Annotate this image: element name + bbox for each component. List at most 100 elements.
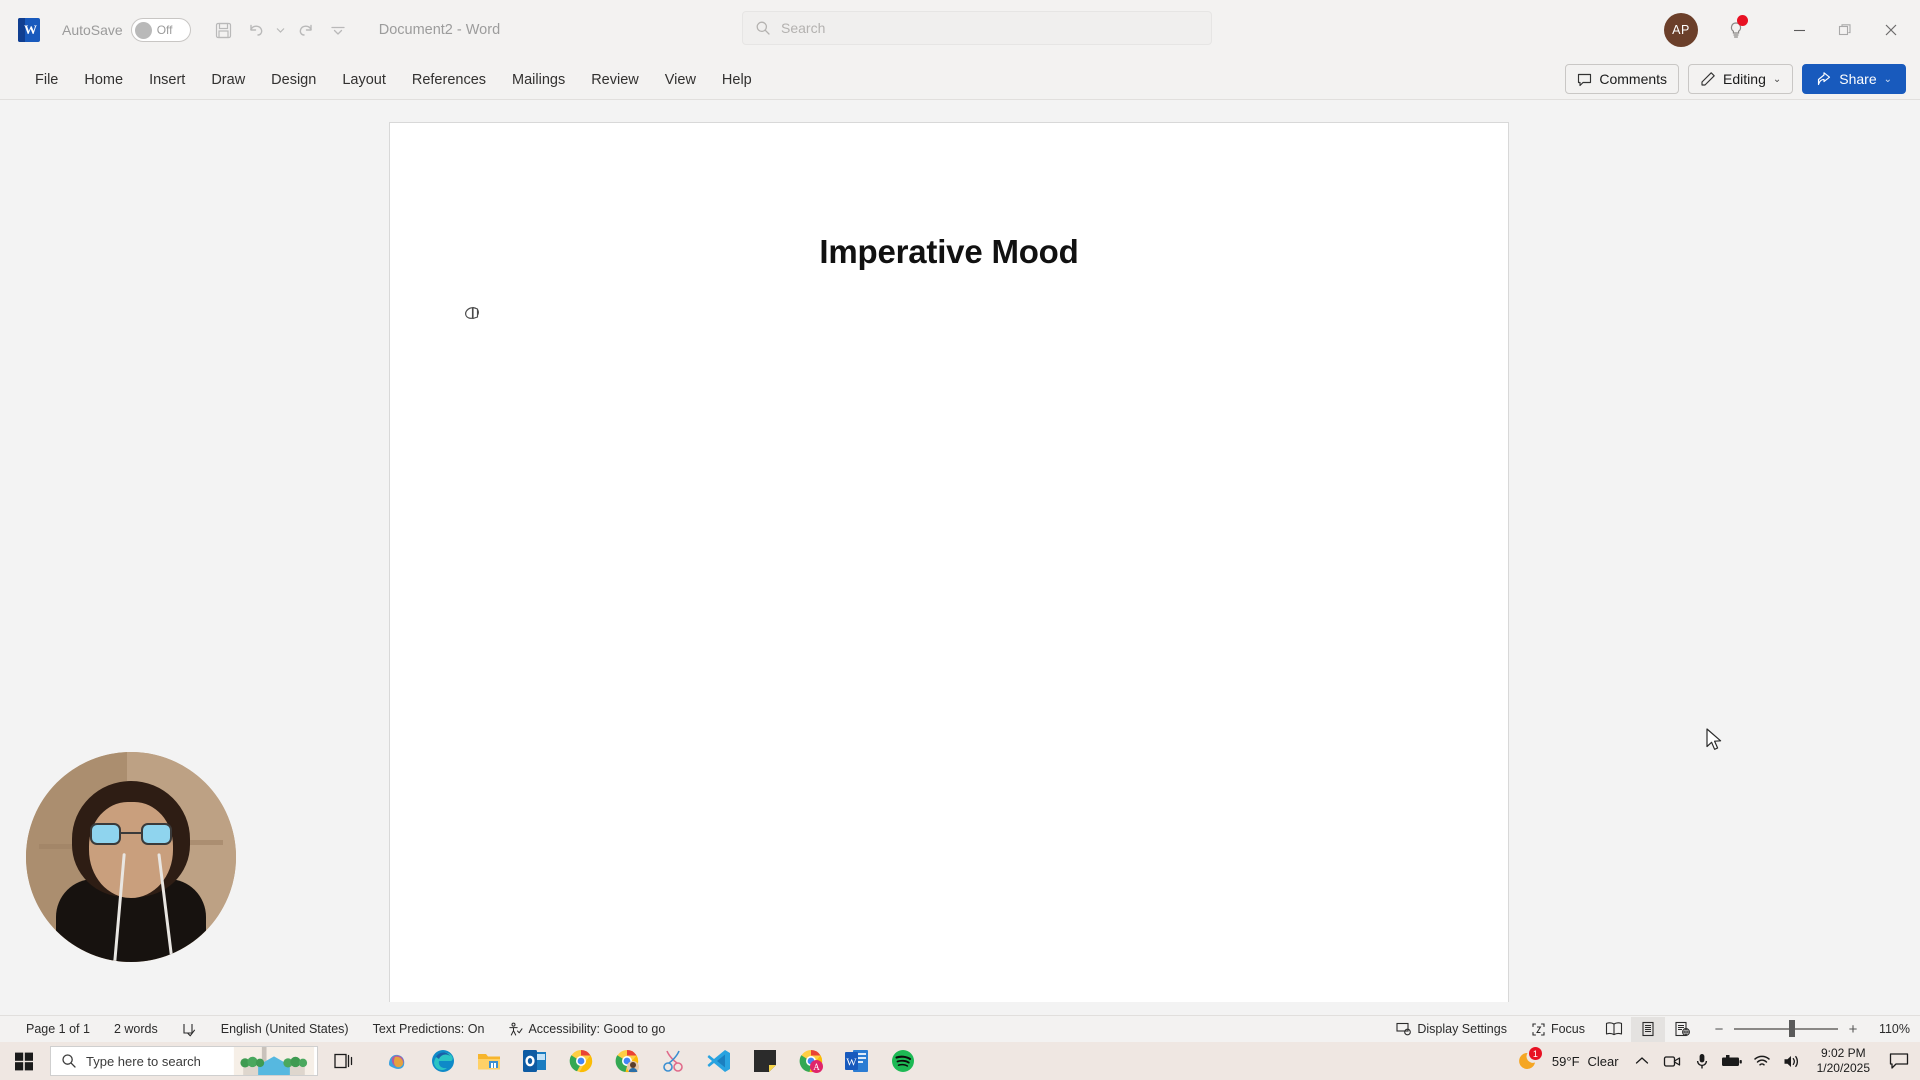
weather-widget[interactable]: 1 59°F Clear (1508, 1047, 1627, 1074)
tab-review[interactable]: Review (578, 67, 652, 93)
svg-text:A: A (813, 1062, 820, 1072)
spell-check-icon (183, 1023, 195, 1036)
tab-mailings[interactable]: Mailings (499, 67, 578, 93)
text-predictions-status[interactable]: Text Predictions: On (361, 1022, 497, 1036)
google-chrome-profile-icon[interactable] (604, 1042, 650, 1080)
zoom-control: − + 110% (1713, 1020, 1910, 1038)
status-bar-right: Display Settings Focus − + 110% (1384, 1016, 1910, 1042)
proofing-status[interactable] (170, 1022, 209, 1037)
zoom-in-button[interactable]: + (1847, 1021, 1859, 1038)
tab-references[interactable]: References (399, 67, 499, 93)
lightbulb-icon[interactable] (1718, 13, 1754, 47)
google-chrome-icon[interactable] (558, 1042, 604, 1080)
show-hidden-icons-chevron-icon[interactable] (1627, 1042, 1657, 1080)
tab-help[interactable]: Help (709, 67, 765, 93)
ribbon-tabs: File Home Insert Draw Design Layout Refe… (0, 67, 765, 93)
tab-view[interactable]: View (652, 67, 709, 93)
accessibility-label: Accessibility: Good to go (528, 1022, 666, 1036)
visual-studio-code-icon[interactable] (696, 1042, 742, 1080)
accessibility-icon (509, 1022, 523, 1035)
save-icon[interactable] (209, 15, 239, 45)
tab-draw[interactable]: Draw (198, 67, 258, 93)
camera-icon[interactable] (1657, 1042, 1687, 1080)
file-explorer-icon[interactable] (466, 1042, 512, 1080)
sticky-notes-icon[interactable] (742, 1042, 788, 1080)
quick-access-toolbar (209, 15, 353, 45)
snipping-tool-icon[interactable] (650, 1042, 696, 1080)
word-count-status[interactable]: 2 words (102, 1022, 170, 1036)
language-status[interactable]: English (United States) (209, 1022, 361, 1036)
print-layout-view-button[interactable] (1631, 1016, 1665, 1042)
web-layout-view-button[interactable] (1665, 1017, 1699, 1042)
display-settings-button[interactable]: Display Settings (1384, 1021, 1519, 1037)
autosave-label: AutoSave (62, 22, 123, 38)
display-settings-icon (1396, 1022, 1412, 1036)
autosave-control[interactable]: AutoSave Off (62, 18, 191, 42)
svg-text:W: W (846, 1057, 857, 1069)
lightbulb-notification-dot (1737, 15, 1748, 26)
comments-button[interactable]: Comments (1565, 64, 1680, 94)
autosave-state-label: Off (156, 23, 173, 37)
webcam-overlay[interactable] (26, 752, 236, 962)
status-bar: Page 1 of 1 2 words English (United Stat… (0, 1015, 1920, 1042)
customize-quick-access-icon[interactable] (323, 15, 353, 45)
word-app-icon[interactable]: W (18, 18, 40, 42)
windows-start-icon[interactable] (0, 1042, 48, 1080)
search-highlight-illustration (233, 1047, 315, 1075)
editing-mode-button[interactable]: Editing ⌄ (1688, 64, 1794, 94)
volume-icon[interactable] (1777, 1042, 1807, 1080)
microsoft-word-icon[interactable]: W (834, 1042, 880, 1080)
battery-icon[interactable] (1717, 1042, 1747, 1080)
webcam-glasses-bridge (121, 832, 141, 835)
taskbar-clock[interactable]: 9:02 PM 1/20/2025 (1807, 1046, 1880, 1076)
restore-button[interactable] (1822, 11, 1868, 49)
document-page[interactable]: Imperative Mood (389, 122, 1509, 1002)
zoom-slider-thumb[interactable] (1789, 1020, 1796, 1037)
pencil-icon (1701, 72, 1715, 86)
search-icon (62, 1054, 76, 1068)
accessibility-status[interactable]: Accessibility: Good to go (496, 1022, 677, 1037)
microsoft-edge-icon[interactable] (420, 1042, 466, 1080)
tab-layout[interactable]: Layout (329, 67, 399, 93)
tab-file[interactable]: File (22, 67, 71, 93)
tab-design[interactable]: Design (258, 67, 329, 93)
comment-icon (1578, 73, 1592, 86)
close-button[interactable] (1868, 11, 1914, 49)
action-center-icon[interactable] (1880, 1042, 1918, 1080)
share-label: Share (1839, 71, 1877, 87)
ribbon-tab-bar: File Home Insert Draw Design Layout Refe… (0, 60, 1920, 100)
taskbar-app-buttons: A W (374, 1042, 926, 1080)
zoom-out-button[interactable]: − (1713, 1021, 1725, 1038)
search-input[interactable]: Search (742, 11, 1212, 45)
weather-temperature: 59°F (1551, 1053, 1580, 1069)
document-canvas[interactable]: Imperative Mood (0, 100, 1920, 1015)
focus-mode-button[interactable]: Focus (1519, 1022, 1597, 1037)
minimize-button[interactable] (1776, 11, 1822, 49)
zoom-slider[interactable] (1734, 1020, 1838, 1037)
page-title: Imperative Mood (819, 233, 1079, 270)
tab-home[interactable]: Home (71, 67, 136, 93)
zoom-level-label[interactable]: 110% (1868, 1022, 1910, 1036)
avatar[interactable]: AP (1664, 13, 1698, 47)
autosave-toggle[interactable]: Off (130, 18, 191, 42)
task-view-icon[interactable] (322, 1042, 366, 1080)
google-chrome-adobe-icon[interactable]: A (788, 1042, 834, 1080)
microphone-icon[interactable] (1687, 1042, 1717, 1080)
page-number-status[interactable]: Page 1 of 1 (14, 1022, 102, 1036)
focus-icon (1532, 1022, 1545, 1036)
tab-insert[interactable]: Insert (136, 67, 198, 93)
share-button[interactable]: Share ⌄ (1802, 64, 1906, 94)
ribbon-right-buttons: Comments Editing ⌄ Share ⌄ (1565, 64, 1906, 94)
autosave-toggle-knob (134, 21, 152, 39)
copilot-icon[interactable] (374, 1042, 420, 1080)
webcam-person-glasses (90, 823, 172, 846)
wifi-icon[interactable] (1747, 1042, 1777, 1080)
redo-icon[interactable] (291, 15, 321, 45)
spotify-icon[interactable] (880, 1042, 926, 1080)
read-mode-view-button[interactable] (1597, 1017, 1631, 1042)
document-title: Document2 - Word (378, 22, 501, 38)
undo-icon[interactable] (241, 15, 271, 45)
undo-dropdown-icon[interactable] (273, 15, 289, 45)
outlook-icon[interactable] (512, 1042, 558, 1080)
taskbar-search-input[interactable]: Type here to search (50, 1046, 318, 1076)
